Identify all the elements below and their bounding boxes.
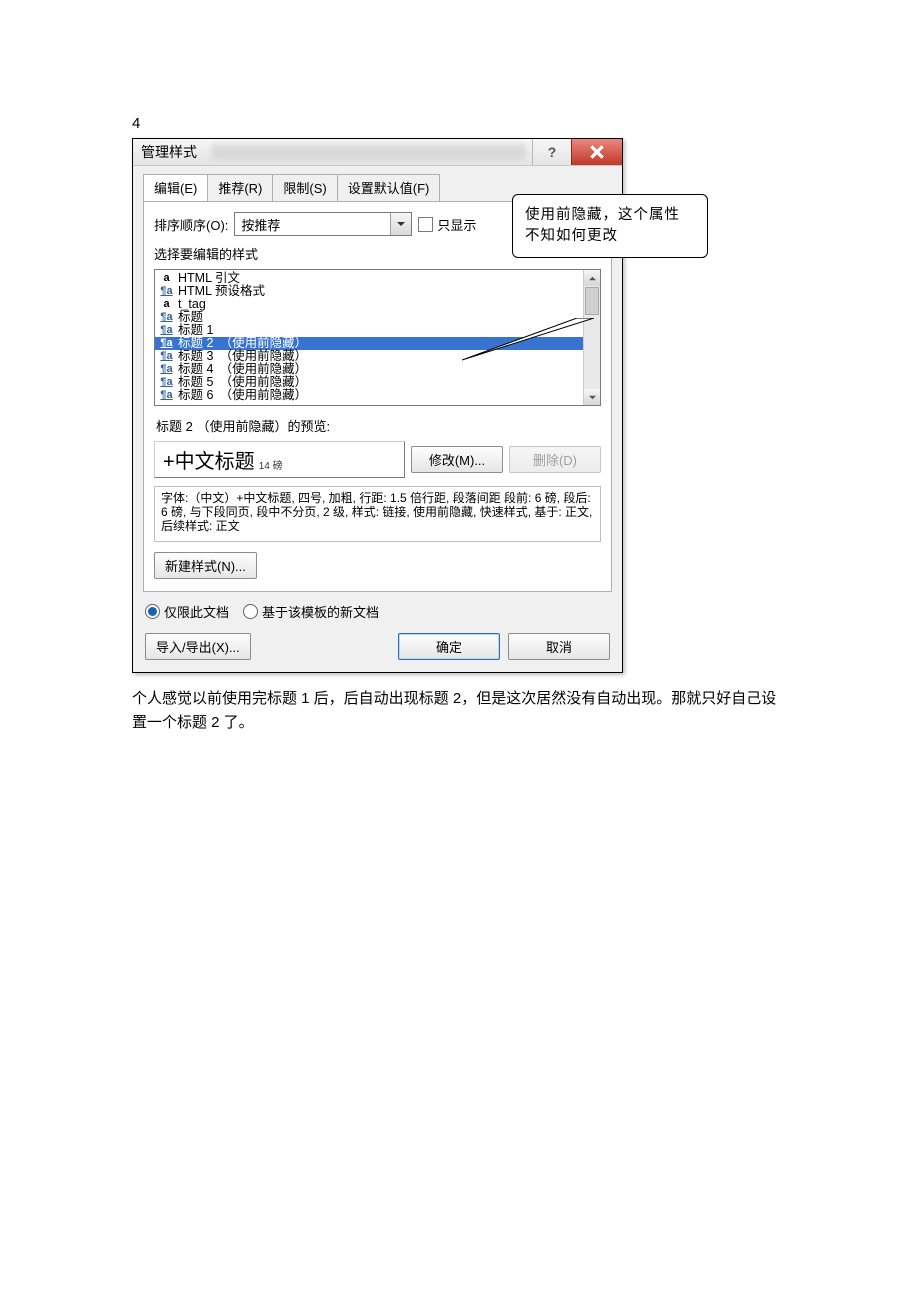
sort-order-label: 排序顺序(O): — [154, 215, 228, 234]
delete-button: 删除(D) — [509, 446, 601, 473]
scope-radio-group: 仅限此文档 基于该模板的新文档 — [145, 602, 610, 621]
style-type-icon: a — [159, 272, 174, 285]
preview-label: 标题 2 （使用前隐藏）的预览: — [156, 416, 599, 435]
style-description: 字体:（中文）+中文标题, 四号, 加粗, 行距: 1.5 倍行距, 段落间距 … — [154, 486, 601, 542]
close-button[interactable] — [571, 139, 622, 165]
style-type-icon: ¶a — [159, 389, 174, 402]
style-type-icon: ¶a — [159, 363, 174, 376]
sort-order-value: 按推荐 — [235, 215, 390, 234]
style-list-item[interactable]: at_tag — [155, 298, 583, 311]
modify-button[interactable]: 修改(M)... — [411, 446, 503, 473]
radio-template[interactable]: 基于该模板的新文档 — [243, 602, 379, 621]
style-list-item[interactable]: ¶aHTML 预设格式 — [155, 285, 583, 298]
new-style-button[interactable]: 新建样式(N)... — [154, 552, 257, 579]
checkbox-box — [418, 217, 433, 232]
only-show-label: 只显示 — [437, 215, 476, 234]
radio-doc-only-label: 仅限此文档 — [164, 602, 229, 621]
cancel-button[interactable]: 取消 — [508, 633, 610, 660]
close-icon — [590, 145, 604, 159]
scroll-up-button[interactable] — [584, 270, 600, 286]
sort-order-combo[interactable]: 按推荐 — [234, 212, 412, 236]
radio-template-label: 基于该模板的新文档 — [262, 602, 379, 621]
combo-dropdown-button[interactable] — [390, 213, 411, 235]
annotation-callout: 使用前隐藏，这个属性不知如何更改 — [512, 194, 708, 258]
dialog-title: 管理样式 — [133, 142, 205, 162]
chevron-up-icon — [589, 275, 596, 282]
style-type-icon: a — [159, 298, 174, 311]
document-paragraph: 个人感觉以前使用完标题 1 后，后自动出现标题 2，但是这次居然没有自动出现。那… — [132, 687, 782, 735]
style-type-icon: ¶a — [159, 311, 174, 324]
tab-restrict[interactable]: 限制(S) — [272, 174, 337, 201]
radio-dot-icon — [145, 604, 160, 619]
style-preview-box: +中文标题 14 磅 — [154, 441, 405, 478]
import-export-button[interactable]: 导入/导出(X)... — [145, 633, 251, 660]
preview-main-text: +中文标题 — [163, 445, 255, 474]
tab-recommend[interactable]: 推荐(R) — [207, 174, 273, 201]
style-type-icon: ¶a — [159, 376, 174, 389]
style-list-item-label: 标题 6 （使用前隐藏） — [178, 389, 307, 402]
chevron-down-icon — [397, 220, 405, 228]
radio-dot-icon — [243, 604, 258, 619]
only-show-checkbox[interactable]: 只显示 — [418, 215, 476, 234]
style-type-icon: ¶a — [159, 350, 174, 363]
style-type-icon: ¶a — [159, 285, 174, 298]
callout-pointer-icon — [462, 318, 622, 398]
tab-defaults[interactable]: 设置默认值(F) — [337, 174, 441, 201]
page-number: 4 — [132, 115, 788, 132]
title-bar: 管理样式 ? — [133, 139, 622, 166]
preview-size-text: 14 磅 — [259, 457, 283, 474]
style-type-icon: ¶a — [159, 337, 174, 350]
style-type-icon: ¶a — [159, 324, 174, 337]
tab-edit[interactable]: 编辑(E) — [143, 174, 208, 201]
radio-doc-only[interactable]: 仅限此文档 — [145, 602, 229, 621]
help-button[interactable]: ? — [532, 139, 571, 165]
ok-button[interactable]: 确定 — [398, 633, 500, 660]
scrollbar-thumb[interactable] — [585, 287, 599, 315]
title-blur-area — [211, 144, 526, 160]
